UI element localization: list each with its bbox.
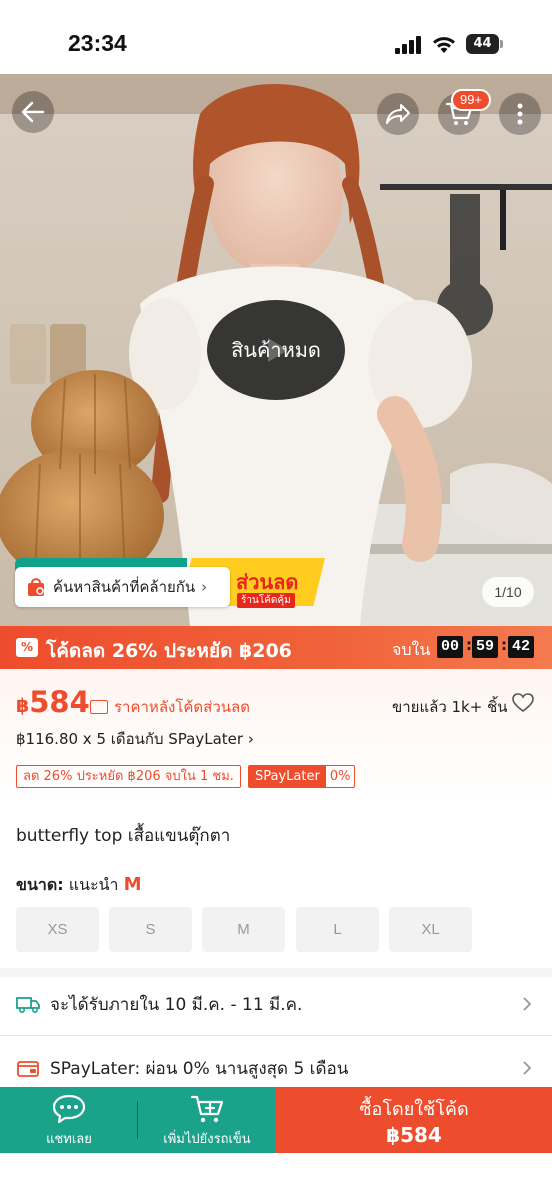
chevron-right-icon: › [247,730,254,748]
row-divider [0,1035,552,1036]
installment-text: ฿116.80 x 5 เดือนกับ SPayLater [16,730,244,748]
countdown-separator: : [501,636,507,654]
buy-with-code-button[interactable]: ซื้อโดยใช้โค้ด ฿584 [276,1087,552,1153]
flash-promo-text: โค้ดลด 26% ประหยัด ฿206 [46,640,292,662]
price-tag-icon [90,700,108,714]
size-option-xs[interactable]: XS [16,907,99,952]
ends-in-label: จบใน [392,640,431,659]
back-button[interactable] [12,91,54,133]
product-page: 23:34 44 99+ สินค้าหมด ส่วนลด ร้านโค้ดคุ… [0,0,552,1200]
price-section: ฿584 ราคาหลังโค้ดส่วนลด ขายแล้ว 1k+ ชิ้น… [0,669,552,800]
wifi-icon [433,37,455,53]
add-to-cart-label: เพิ่มไปยังรถเข็น [163,1132,251,1147]
spaylater-tag[interactable]: SPayLater 0% [248,765,356,788]
coupon-icon: % [16,638,38,657]
bottom-action-bar: แชทเลย เพิ่มไปยังรถเข็น ซื้อโดยใช้โค้ด ฿… [0,1087,552,1153]
size-heading: ขนาด: [16,875,64,894]
chevron-right-icon [523,1061,532,1075]
countdown-hours: 00 [437,636,464,658]
wallet-icon [17,1061,39,1077]
spaylater-label: SPayLater [249,766,326,787]
size-option-l[interactable]: L [296,907,379,952]
add-to-cart-icon [190,1095,224,1123]
chat-icon [52,1094,86,1124]
size-option-m[interactable]: M [202,907,285,952]
battery-icon: 44 [466,34,504,54]
discount-coupon-tag[interactable]: ลด 26% ประหยัด ฿206 จบใน 1 ชม. [16,765,241,788]
status-time: 23:34 [68,30,127,56]
product-image-carousel[interactable]: 99+ สินค้าหมด ส่วนลด ร้านโค้ดคุ้ม ค้นหาส… [0,74,552,626]
sold-count: ขายแล้ว 1k+ ชิ้น [392,698,508,716]
after-code-label: ราคาหลังโค้ดส่วนลด [90,695,250,719]
battery-level: 44 [473,36,492,51]
installment-link[interactable]: ฿116.80 x 5 เดือนกับ SPayLater › [16,727,254,751]
sold-out-overlay: สินค้าหมด [207,300,345,400]
size-option-s[interactable]: S [109,907,192,952]
chat-button[interactable]: แชทเลย [0,1087,138,1153]
heart-icon[interactable] [512,693,534,713]
countdown-seconds: 42 [508,636,535,658]
image-counter: 1/10 [482,577,534,607]
truck-icon [16,997,40,1014]
price-value: 584 [29,685,90,719]
size-label: ขนาด: แนะนำ M [16,873,142,898]
chevron-right-icon [523,997,532,1011]
size-recommend-prefix: แนะนำ [68,875,119,894]
countdown-minutes: 59 [472,636,499,658]
sold-out-label: สินค้าหมด [231,338,321,362]
price: ฿584 [16,685,90,719]
flash-promo-bar[interactable]: % โค้ดลด 26% ประหยัด ฿206 จบใน 00 : 59 :… [0,626,552,669]
share-icon [386,104,410,124]
product-title: butterfly top เสื้อแขนตุ๊กตา [16,826,231,846]
search-similar-label: ค้นหาสินค้าที่คล้ายกัน [53,578,196,596]
more-icon [517,103,523,125]
after-code-text: ราคาหลังโค้ดส่วนลด [114,698,250,716]
delivery-text: จะได้รับภายใน 10 มี.ค. - 11 มี.ค. [50,994,303,1015]
size-recommend-value: M [123,874,142,895]
banner-subtext: ร้านโค้ดคุ้ม [237,593,295,608]
spaylater-rate: 0% [329,769,351,784]
shopping-bag-icon [28,578,44,596]
delivery-row[interactable]: จะได้รับภายใน 10 มี.ค. - 11 มี.ค. [0,978,552,1030]
home-indicator-area [0,1153,552,1200]
size-option-xl[interactable]: XL [389,907,472,952]
cart-count-badge: 99+ [451,89,491,111]
cellular-signal-icon [395,36,421,54]
spaylater-text: SPayLater: ผ่อน 0% นานสูงสุด 5 เดือน [50,1058,349,1079]
price-currency: ฿ [16,695,30,717]
share-button[interactable] [377,93,419,135]
back-arrow-icon [21,101,45,123]
status-bar: 23:34 44 [0,0,552,74]
search-similar-button[interactable]: ค้นหาสินค้าที่คล้ายกัน › [15,567,230,607]
chevron-right-icon: › [201,578,208,596]
add-to-cart-button[interactable]: เพิ่มไปยังรถเข็น [138,1087,276,1153]
buy-label: ซื้อโดยใช้โค้ด [359,1099,469,1120]
chat-label: แชทเลย [46,1132,92,1147]
more-options-button[interactable] [499,93,541,135]
buy-price: ฿584 [386,1123,442,1147]
section-divider [0,968,552,977]
